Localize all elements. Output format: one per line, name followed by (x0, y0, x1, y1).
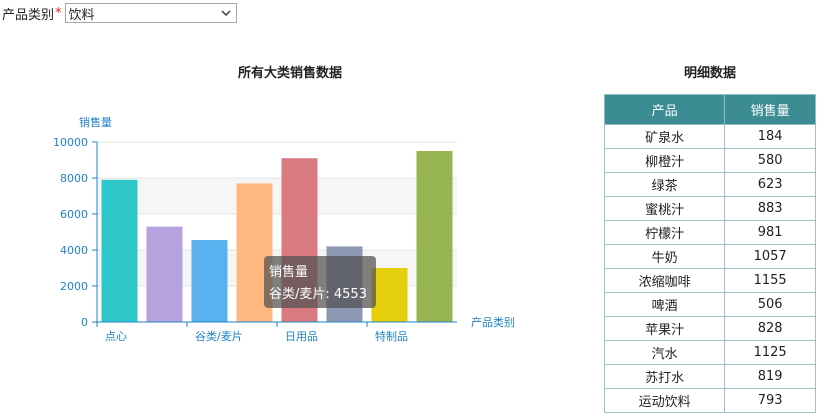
bar (371, 268, 408, 322)
cell-product: 矿泉水 (603, 124, 726, 149)
table-row: 牛奶 1057 (603, 244, 816, 269)
tooltip-value: 谷类/麦片: 4553 (269, 287, 367, 302)
grid-band (97, 178, 457, 214)
header-product: 产品 (603, 94, 726, 125)
chart-tooltip: 销售量 谷类/麦片: 4553 (264, 256, 376, 308)
cell-product: 牛奶 (603, 244, 726, 269)
y-axis-name: 销售量 (79, 115, 112, 129)
cell-sales: 184 (724, 124, 816, 149)
x-tick-label: 日用品 (285, 330, 318, 343)
bar (191, 240, 228, 322)
table-title: 明细数据 (683, 66, 736, 81)
cell-product: 浓缩咖啡 (603, 268, 726, 293)
cell-product: 柳橙汁 (603, 148, 726, 173)
y-tick-label: 2000 (60, 280, 88, 293)
table-row: 矿泉水 184 (603, 124, 816, 149)
bar (101, 179, 138, 322)
table-row: 柳橙汁 580 (603, 148, 816, 173)
cell-product: 柠檬汁 (603, 220, 726, 245)
bar (146, 226, 183, 322)
y-tick-label: 10000 (53, 136, 88, 149)
table-row: 柠檬汁 981 (603, 220, 816, 245)
cell-product: 蜜桃汁 (603, 196, 726, 221)
table-row: 苏打水 819 (603, 364, 816, 389)
table-header-row: 产品 销售量 (603, 94, 816, 125)
cell-product: 绿茶 (603, 172, 726, 197)
cell-sales: 883 (724, 196, 816, 221)
sales-bar-chart: 0 2000 4000 6000 8000 10000 点心 谷类/麦片 日用品 特制品 销售量产品… (53, 115, 515, 343)
x-axis-name: 产品类别 (471, 315, 515, 329)
table-row: 绿茶 623 (603, 172, 816, 197)
x-tick-label: 特制品 (375, 329, 408, 343)
chart-title: 所有大类销售数据 (237, 66, 342, 81)
filter-row: 产品类别 * 饮料 (2, 2, 237, 24)
cell-sales: 580 (724, 148, 816, 173)
cell-sales: 793 (724, 388, 816, 413)
cell-product: 运动饮料 (603, 388, 726, 413)
cell-sales: 981 (724, 220, 816, 245)
cell-sales: 623 (724, 172, 816, 197)
y-tick-label: 0 (81, 316, 88, 329)
category-select-value: 饮料 (68, 7, 95, 23)
category-select[interactable]: 饮料 (64, 3, 237, 23)
bar (416, 151, 453, 322)
table-row: 蜜桃汁 883 (603, 196, 816, 221)
detail-table: 产品 销售量 矿泉水 184 柳橙汁 580 绿茶 623 蜜桃汁 883 柠檬汁 981 牛奶 10… (603, 94, 816, 413)
cell-product: 汽水 (603, 340, 726, 365)
table-row: 苹果汁 828 (603, 316, 816, 341)
cell-sales: 506 (724, 292, 816, 317)
cell-sales: 1125 (724, 340, 816, 365)
x-tick-label: 谷类/麦片 (195, 329, 243, 343)
cell-sales: 819 (724, 364, 816, 389)
table-row: 啤酒 506 (603, 292, 816, 317)
cell-product: 苏打水 (603, 364, 726, 389)
x-tick-label: 点心 (105, 330, 127, 343)
tooltip-series: 销售量 (269, 265, 309, 280)
chevron-down-icon (221, 10, 231, 16)
y-tick-label: 6000 (60, 208, 88, 221)
y-tick-label: 8000 (60, 172, 88, 185)
filter-label: 产品类别 (2, 7, 55, 23)
header-sales: 销售量 (724, 94, 816, 125)
cell-sales: 1155 (724, 268, 816, 293)
required-mark: * (55, 5, 62, 21)
cell-sales: 828 (724, 316, 816, 341)
y-tick-label: 4000 (60, 244, 88, 257)
table-row: 浓缩咖啡 1155 (603, 268, 816, 293)
cell-product: 苹果汁 (603, 316, 726, 341)
cell-sales: 1057 (724, 244, 816, 269)
table-row: 运动饮料 793 (603, 388, 816, 413)
table-row: 汽水 1125 (603, 340, 816, 365)
cell-product: 啤酒 (603, 292, 726, 317)
